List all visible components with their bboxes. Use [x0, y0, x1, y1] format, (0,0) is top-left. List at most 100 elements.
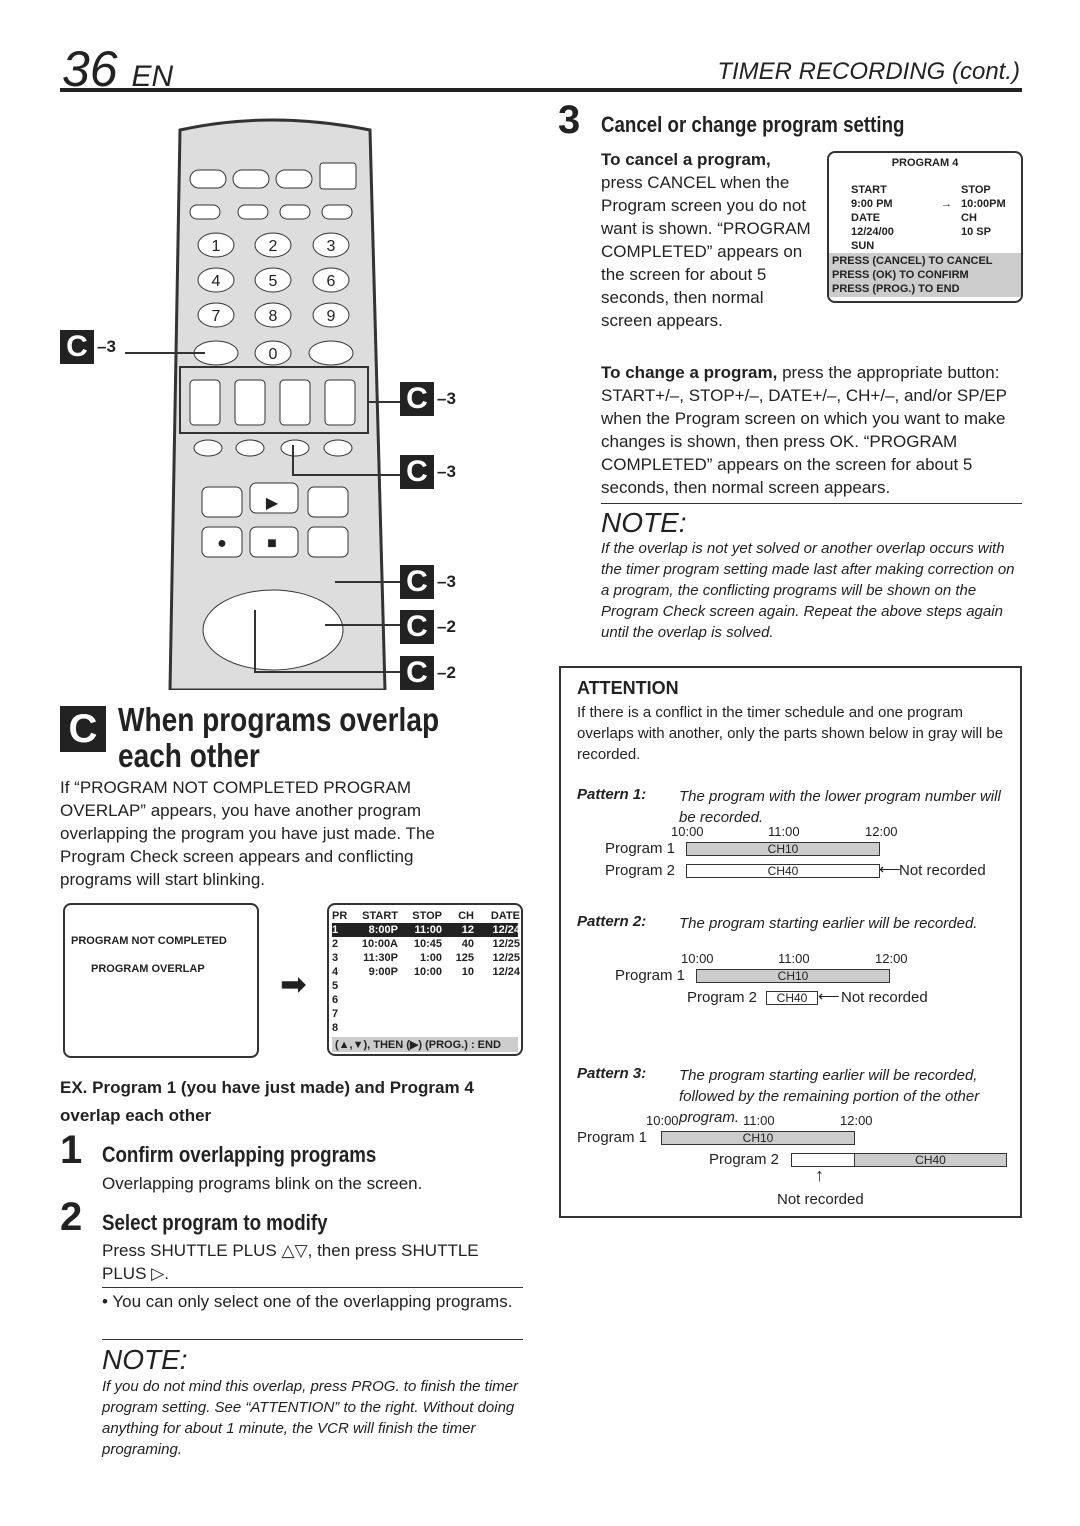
step-number: 1: [60, 1128, 83, 1172]
note-title: NOTE:: [102, 1344, 188, 1375]
table-cell: [398, 993, 442, 1007]
cancel-text: To cancel a program, press CANCEL when t…: [601, 150, 811, 330]
program-label: Program 1: [605, 840, 676, 857]
table-cell: 10:45: [413, 938, 442, 950]
table-cell: 5: [332, 980, 339, 992]
table-cell: [474, 1007, 520, 1021]
table-cell: 4: [332, 966, 339, 978]
table-cell: 8:00P: [368, 924, 398, 936]
table-cell: 12/24: [492, 966, 520, 978]
time-label: 11:00: [778, 951, 810, 966]
table-cell: [442, 1007, 474, 1021]
pattern-desc: The program starting earlier will be rec…: [679, 915, 978, 932]
table-cell: 3: [332, 952, 339, 964]
not-recorded-label: Not recorded: [777, 1191, 864, 1208]
table-row: 6: [332, 993, 518, 1007]
svg-text:7: 7: [212, 308, 221, 325]
table-cell: [442, 1021, 474, 1035]
table-cell: [350, 1007, 398, 1021]
step-number: 3: [558, 98, 581, 142]
note-title: NOTE:: [601, 507, 687, 538]
time-label: 12:00: [840, 1113, 873, 1128]
header-rule: [60, 88, 1022, 92]
svg-text:9: 9: [327, 308, 336, 325]
table-cell: 12/24: [492, 924, 520, 936]
table-row: 7: [332, 1007, 518, 1021]
table-row: 2 10:00A 10:45 40 12/25: [332, 937, 520, 951]
svg-text:5: 5: [269, 273, 278, 290]
svg-text:8: 8: [269, 308, 278, 325]
table-cell: 12/25: [492, 952, 520, 964]
time-label: 10:00: [681, 951, 714, 966]
program-label: Program 2: [687, 989, 758, 1006]
callout-c2-a: C –2: [400, 610, 456, 644]
table-cell: START: [362, 910, 398, 922]
screen-not-completed: PROGRAM NOT COMPLETED PROGRAM OVERLAP: [63, 903, 259, 1058]
table-cell: STOP: [412, 910, 442, 922]
table-cell: [350, 993, 398, 1007]
svg-text:2: 2: [269, 238, 278, 255]
step-title: Confirm overlapping programs: [102, 1142, 377, 1167]
step-title: Cancel or change program setting: [601, 112, 905, 137]
table-row: 4 9:00P 10:00 10 12/24: [332, 965, 520, 979]
program-label: Program 1: [577, 1129, 648, 1146]
table-cell: [474, 993, 520, 1007]
note-text: If you do not mind this overlap, press P…: [102, 1378, 519, 1458]
bullet-box: • You can only select one of the overlap…: [102, 1287, 523, 1340]
pattern-label: Pattern 3:: [577, 1065, 647, 1082]
table-cell: CH: [458, 910, 474, 922]
table-cell: [398, 979, 442, 993]
table-row: 3 11:30P 1:00 125 12/25: [332, 951, 520, 965]
pattern-desc: The program with the lower program numbe…: [679, 788, 1001, 826]
table-row: PR START STOP CH DATE: [332, 909, 520, 923]
table-cell: 40: [461, 938, 474, 950]
svg-text:6: 6: [327, 273, 336, 290]
step-text: Press SHUTTLE PLUS △▽, then press SHUTTL…: [102, 1241, 479, 1283]
svg-text:3: 3: [327, 238, 336, 255]
bar-recorded: CH10: [661, 1131, 855, 1145]
step-number: 2: [60, 1195, 83, 1239]
arrow-left-icon: ⟵: [818, 988, 840, 1005]
time-label: 11:00: [743, 1113, 775, 1128]
bar-not-recorded: CH40: [686, 864, 880, 878]
pattern-label: Pattern 1:: [577, 786, 647, 803]
svg-text:4: 4: [212, 273, 221, 290]
pattern-label: Pattern 2:: [577, 913, 647, 930]
program-label: Program 2: [605, 862, 676, 879]
table-row: 5: [332, 979, 518, 993]
arrow-left-icon: ⟵: [879, 861, 901, 878]
svg-text:1: 1: [212, 238, 221, 255]
table-cell: 10:00: [413, 966, 442, 978]
step-text: Overlapping programs blink on the screen…: [102, 1174, 423, 1193]
bar-recorded: CH40: [854, 1153, 1007, 1167]
time-label: 11:00: [768, 824, 800, 839]
table-cell: 11:00: [414, 924, 442, 936]
table-cell: 6: [332, 994, 339, 1006]
attention-title: ATTENTION: [577, 678, 679, 698]
example-text: EX. Program 1 (you have just made) and P…: [60, 1078, 474, 1125]
table-cell: [350, 1021, 398, 1035]
time-label: 12:00: [865, 824, 898, 839]
table-cell: 2: [332, 938, 339, 950]
table-cell: 1:00: [419, 952, 442, 964]
table-cell: PR: [332, 910, 348, 922]
table-cell: 1: [332, 924, 339, 936]
time-label: 10:00: [646, 1113, 679, 1128]
table-cell: 7: [332, 1008, 339, 1020]
callout-c3-b: C –3: [400, 382, 456, 416]
time-label: 12:00: [875, 951, 908, 966]
section-header: TIMER RECORDING (cont.): [717, 58, 1020, 85]
section-intro: If “PROGRAM NOT COMPLETED PROGRAM OVERLA…: [60, 778, 435, 889]
table-cell: 10: [461, 966, 474, 978]
bar-not-recorded: CH40: [766, 991, 818, 1005]
table-cell: 125: [455, 952, 474, 964]
callout-lines: [125, 352, 400, 673]
program-label: Program 2: [709, 1151, 780, 1168]
section-letter: C: [60, 706, 106, 752]
table-cell: [442, 979, 474, 993]
attention-text: If there is a conflict in the timer sche…: [577, 704, 1004, 763]
table-cell: 11:30P: [363, 952, 398, 964]
bar-recorded: CH10: [686, 842, 880, 856]
step-title: Select program to modify: [102, 1210, 328, 1235]
screen-program-4: PROGRAM 4 START STOP 9:00 PM → 10:00PM DATE…: [827, 151, 1023, 303]
